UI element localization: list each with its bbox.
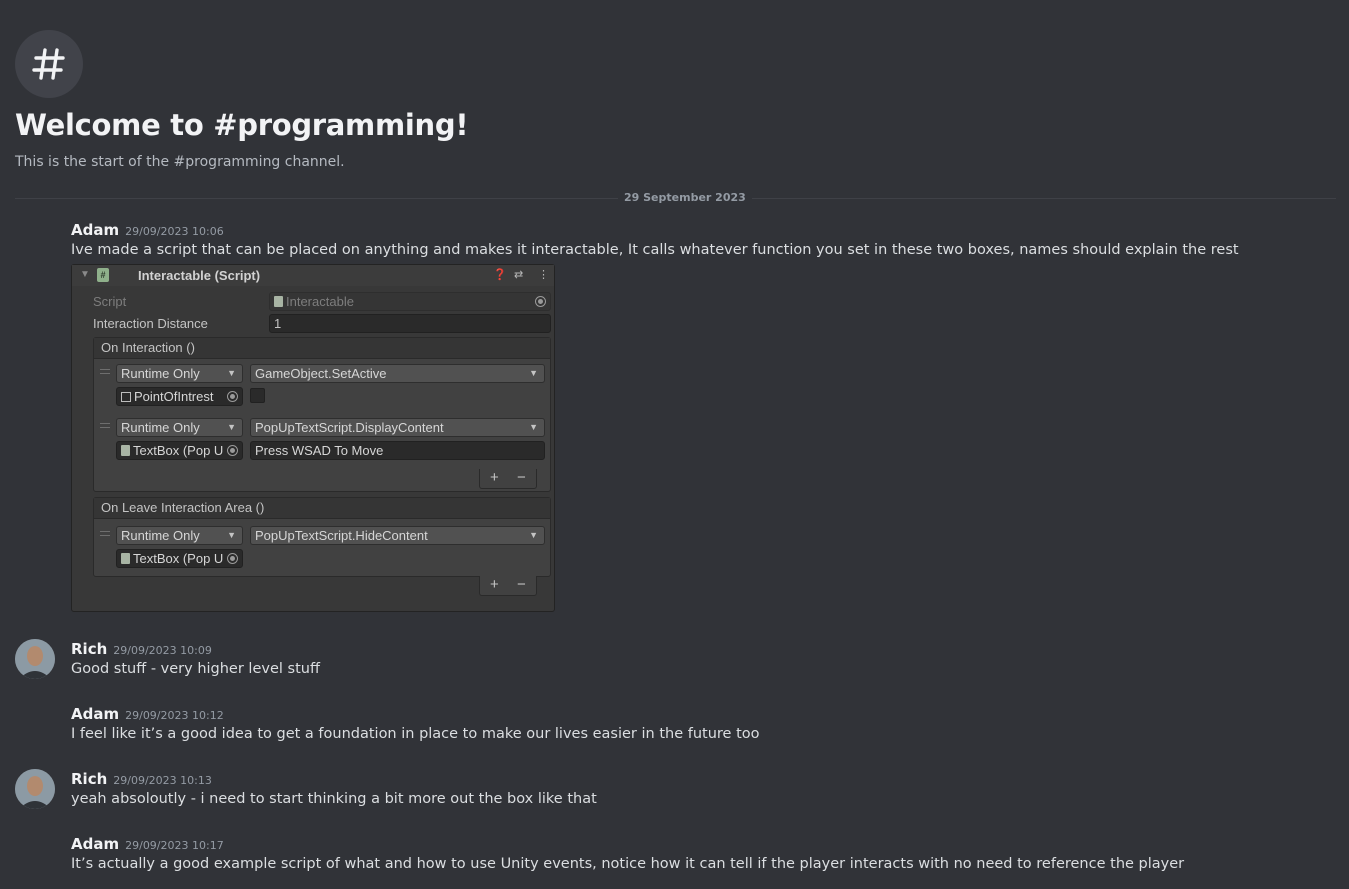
message-text: yeah absoloutly - i need to start thinki… xyxy=(71,791,597,807)
message-text: I feel like it’s a good idea to get a fo… xyxy=(71,726,760,742)
foldout-arrow-icon: ▼ xyxy=(80,269,90,280)
dropdown-value: Runtime Only xyxy=(121,366,200,381)
event-header: On Interaction () xyxy=(94,338,550,359)
dropdown-arrow-icon: ▼ xyxy=(227,368,236,378)
target-object-value: TextBox (Pop U xyxy=(133,443,224,458)
target-object-value: PointOfIntrest xyxy=(134,389,214,404)
dropdown-value: PopUpTextScript.HideContent xyxy=(255,528,428,543)
add-remove-controls: + − xyxy=(479,469,537,489)
channel-welcome-subtitle: This is the start of the #programming ch… xyxy=(15,154,345,170)
string-argument-field: Press WSAD To Move xyxy=(250,441,545,460)
script-field: Interactable xyxy=(269,292,551,311)
dropdown-arrow-icon: ▼ xyxy=(529,530,538,540)
gameobject-icon xyxy=(121,392,131,402)
function-dropdown: PopUpTextScript.HideContent ▼ xyxy=(250,526,545,545)
message-author[interactable]: Adam xyxy=(71,221,119,239)
component-title: Interactable (Script) xyxy=(138,268,261,283)
message-timestamp: 29/09/2023 10:09 xyxy=(113,644,212,657)
hashtag-icon xyxy=(15,30,83,98)
minus-icon: − xyxy=(517,576,526,593)
preset-icon: ⇄ xyxy=(514,269,524,281)
avatar[interactable] xyxy=(15,639,55,679)
message-text: Ive made a script that can be placed on … xyxy=(71,242,1239,258)
target-object-value: TextBox (Pop U xyxy=(133,551,224,566)
date-divider-label: 29 September 2023 xyxy=(618,191,752,204)
script-file-icon: # xyxy=(97,268,109,282)
object-picker-icon xyxy=(535,296,546,307)
message-text: Good stuff - very higher level stuff xyxy=(71,661,320,677)
kebab-menu-icon: ⋮ xyxy=(538,269,549,281)
message-author[interactable]: Rich xyxy=(71,770,107,788)
message-text: It’s actually a good example script of w… xyxy=(71,856,1185,872)
message-timestamp: 29/09/2023 10:13 xyxy=(113,774,212,787)
minus-icon: − xyxy=(517,469,526,486)
interaction-distance-label: Interaction Distance xyxy=(93,316,208,331)
dropdown-arrow-icon: ▼ xyxy=(529,422,538,432)
message-author[interactable]: Rich xyxy=(71,640,107,658)
target-object-field: PointOfIntrest xyxy=(116,387,243,406)
message-timestamp: 29/09/2023 10:12 xyxy=(125,709,224,722)
object-picker-icon xyxy=(227,391,238,402)
event-listener-row: Runtime Only ▼ PopUpTextScript.DisplayCon… xyxy=(94,418,550,468)
script-field-value: Interactable xyxy=(286,294,354,309)
runtime-mode-dropdown: Runtime Only ▼ xyxy=(116,364,243,383)
drag-handle-icon xyxy=(100,369,110,374)
message-timestamp: 29/09/2023 10:06 xyxy=(125,225,224,238)
script-label: Script xyxy=(93,294,127,309)
runtime-mode-dropdown: Runtime Only ▼ xyxy=(116,418,243,437)
function-dropdown: GameObject.SetActive ▼ xyxy=(250,364,545,383)
target-object-field: TextBox (Pop U xyxy=(116,441,243,460)
plus-icon: + xyxy=(490,469,499,486)
on-leave-event: On Leave Interaction Area () Runtime Onl… xyxy=(93,497,551,577)
dropdown-arrow-icon: ▼ xyxy=(529,368,538,378)
plus-icon: + xyxy=(490,576,499,593)
dropdown-value: Runtime Only xyxy=(121,528,200,543)
drag-handle-icon xyxy=(100,423,110,428)
avatar[interactable] xyxy=(15,769,55,809)
dropdown-arrow-icon: ▼ xyxy=(227,422,236,432)
help-icon: ❓ xyxy=(493,269,507,281)
interaction-distance-input: 1 xyxy=(269,314,551,333)
message-header: Adam 29/09/2023 10:12 xyxy=(71,704,224,723)
object-picker-icon xyxy=(227,445,238,456)
message-author[interactable]: Adam xyxy=(71,705,119,723)
runtime-mode-dropdown: Runtime Only ▼ xyxy=(116,526,243,545)
event-header: On Leave Interaction Area () xyxy=(94,498,550,519)
message-header: Rich 29/09/2023 10:13 xyxy=(71,769,212,788)
channel-welcome-title: Welcome to #programming! xyxy=(15,108,469,142)
function-dropdown: PopUpTextScript.DisplayContent ▼ xyxy=(250,418,545,437)
drag-handle-icon xyxy=(100,531,110,536)
message-author[interactable]: Adam xyxy=(71,835,119,853)
script-file-icon xyxy=(274,296,283,307)
message-timestamp: 29/09/2023 10:17 xyxy=(125,839,224,852)
target-object-field: TextBox (Pop U xyxy=(116,549,243,568)
dropdown-value: Runtime Only xyxy=(121,420,200,435)
image-attachment[interactable]: ▼ # Interactable (Script) ❓ ⇄ ⋮ Script I… xyxy=(71,264,555,612)
script-file-icon xyxy=(121,445,130,456)
message-header: Adam 29/09/2023 10:06 xyxy=(71,220,224,239)
message-header: Rich 29/09/2023 10:09 xyxy=(71,639,212,658)
bool-checkbox xyxy=(250,388,265,403)
add-remove-controls: + − xyxy=(479,576,537,596)
dropdown-value: PopUpTextScript.DisplayContent xyxy=(255,420,444,435)
dropdown-value: GameObject.SetActive xyxy=(255,366,387,381)
dropdown-arrow-icon: ▼ xyxy=(227,530,236,540)
inspector-header: ▼ # Interactable (Script) ❓ ⇄ ⋮ xyxy=(72,265,554,286)
script-file-icon xyxy=(121,553,130,564)
event-listener-row: Runtime Only ▼ PopUpTextScript.HideConten… xyxy=(94,526,550,574)
message-header: Adam 29/09/2023 10:17 xyxy=(71,834,224,853)
event-listener-row: Runtime Only ▼ GameObject.SetActive ▼ Poin… xyxy=(94,364,550,414)
object-picker-icon xyxy=(227,553,238,564)
